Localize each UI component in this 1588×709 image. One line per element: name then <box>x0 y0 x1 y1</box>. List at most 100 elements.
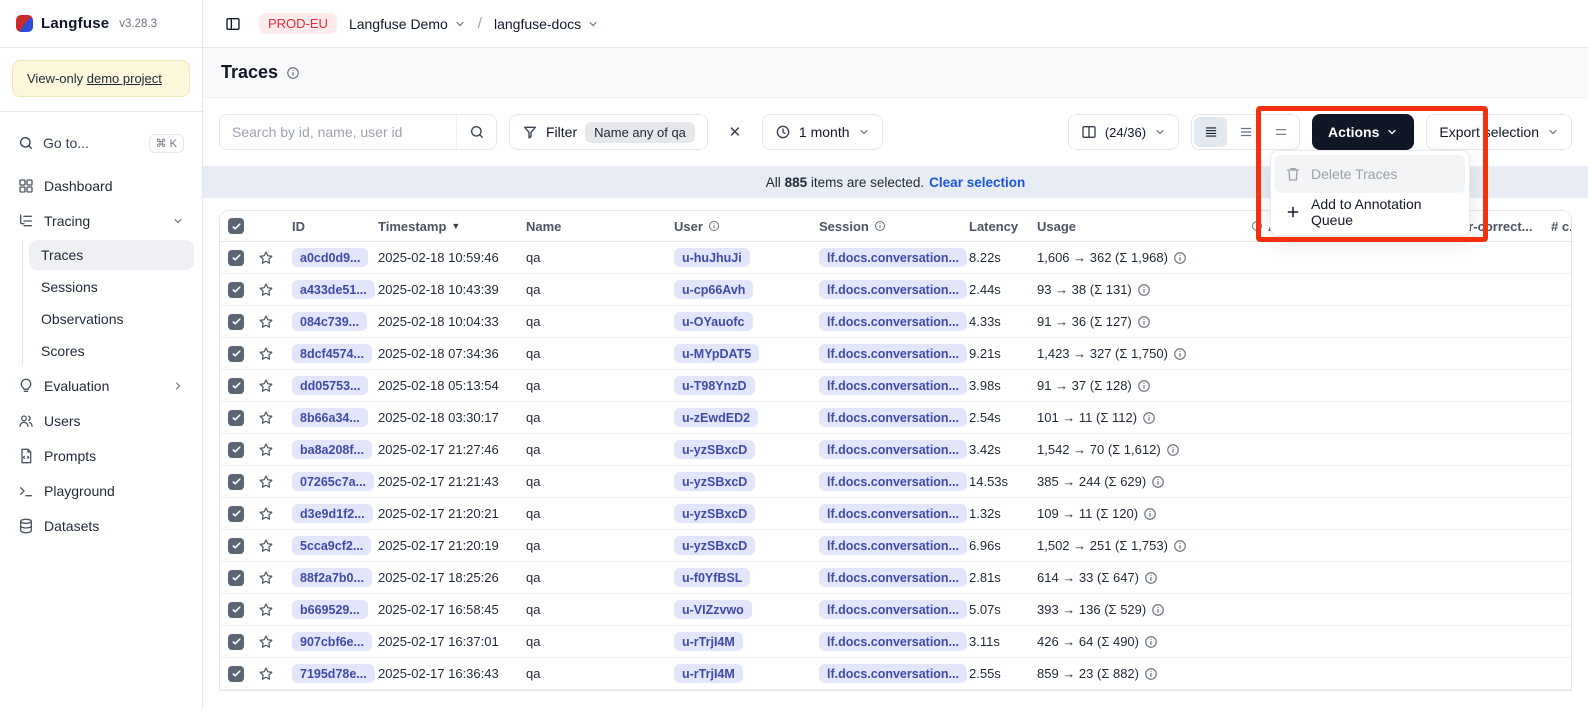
header-session[interactable]: Session <box>819 219 969 234</box>
sidebar-item-sessions[interactable]: Sessions <box>29 272 194 302</box>
trace-id-badge[interactable]: dd05753... <box>292 376 368 395</box>
bookmark-star-icon[interactable] <box>258 634 274 650</box>
export-selection-button[interactable]: Export selection <box>1426 114 1572 150</box>
session-id-badge[interactable]: lf.docs.conversation... <box>819 376 967 395</box>
sidebar-item-dashboard[interactable]: Dashboard <box>8 170 194 202</box>
clear-selection-link[interactable]: Clear selection <box>929 175 1025 190</box>
header-score-extra[interactable]: # c... <box>1551 219 1571 234</box>
org-selector[interactable]: Langfuse Demo <box>349 16 466 32</box>
row-height-medium-button[interactable] <box>1229 117 1262 147</box>
filter-button[interactable]: Filter Name any of qa <box>509 114 708 150</box>
trace-id-badge[interactable]: 907cbf6e... <box>292 632 372 651</box>
user-id-badge[interactable]: u-f0YfBSL <box>674 568 750 587</box>
column-visibility-button[interactable]: (24/36) <box>1068 114 1179 150</box>
row-height-tall-button[interactable] <box>1264 117 1297 147</box>
trace-id-badge[interactable]: a0cd0d9... <box>292 248 368 267</box>
search-submit-button[interactable] <box>456 115 496 149</box>
menu-item-add-to-annotation-queue[interactable]: Add to Annotation Queue <box>1275 193 1465 231</box>
session-id-badge[interactable]: lf.docs.conversation... <box>819 504 967 523</box>
bookmark-star-icon[interactable] <box>258 250 274 266</box>
clear-filter-button[interactable]: ✕ <box>720 117 750 147</box>
trace-id-badge[interactable]: 8dcf4574... <box>292 344 372 363</box>
select-all-checkbox[interactable] <box>228 218 244 234</box>
bookmark-star-icon[interactable] <box>258 282 274 298</box>
project-selector[interactable]: langfuse-docs <box>494 16 599 32</box>
bookmark-star-icon[interactable] <box>258 378 274 394</box>
trace-id-badge[interactable]: 5cca9cf2... <box>292 536 371 555</box>
row-checkbox[interactable] <box>228 474 244 490</box>
session-id-badge[interactable]: lf.docs.conversation... <box>819 280 967 299</box>
bookmark-star-icon[interactable] <box>258 602 274 618</box>
session-id-badge[interactable]: lf.docs.conversation... <box>819 408 967 427</box>
trace-id-badge[interactable]: 8b66a34... <box>292 408 368 427</box>
search-input[interactable] <box>220 124 456 140</box>
user-id-badge[interactable]: u-huJhuJi <box>674 248 750 267</box>
sidebar-item-playground[interactable]: Playground <box>8 475 194 507</box>
user-id-badge[interactable]: u-rTrjI4M <box>674 632 743 651</box>
session-id-badge[interactable]: lf.docs.conversation... <box>819 536 967 555</box>
row-checkbox[interactable] <box>228 666 244 682</box>
bookmark-star-icon[interactable] <box>258 442 274 458</box>
sidebar-item-datasets[interactable]: Datasets <box>8 510 194 542</box>
user-id-badge[interactable]: u-OYauofc <box>674 312 753 331</box>
environment-badge[interactable]: PROD-EU <box>259 13 337 34</box>
bookmark-star-icon[interactable] <box>258 570 274 586</box>
bookmark-star-icon[interactable] <box>258 666 274 682</box>
sidebar-item-observations[interactable]: Observations <box>29 304 194 334</box>
user-id-badge[interactable]: u-rTrjI4M <box>674 664 743 683</box>
trace-id-badge[interactable]: a433de51... <box>292 280 375 299</box>
header-name[interactable]: Name <box>526 219 674 234</box>
demo-project-link[interactable]: demo project <box>87 71 162 86</box>
row-checkbox[interactable] <box>228 506 244 522</box>
user-id-badge[interactable]: u-cp66Avh <box>674 280 753 299</box>
header-timestamp[interactable]: Timestamp▼ <box>378 219 526 234</box>
menu-item-delete-traces[interactable]: Delete Traces <box>1275 155 1465 193</box>
trace-id-badge[interactable]: 7195d78e... <box>292 664 375 683</box>
bookmark-star-icon[interactable] <box>258 410 274 426</box>
actions-button[interactable]: Actions <box>1312 114 1414 150</box>
row-checkbox[interactable] <box>228 346 244 362</box>
header-user[interactable]: User <box>674 219 819 234</box>
row-checkbox[interactable] <box>228 538 244 554</box>
user-id-badge[interactable]: u-yzSBxcD <box>674 440 755 459</box>
trace-id-badge[interactable]: ba8a208f... <box>292 440 372 459</box>
session-id-badge[interactable]: lf.docs.conversation... <box>819 312 967 331</box>
row-checkbox[interactable] <box>228 314 244 330</box>
user-id-badge[interactable]: u-zEwdED2 <box>674 408 758 427</box>
row-checkbox[interactable] <box>228 442 244 458</box>
user-id-badge[interactable]: u-yzSBxcD <box>674 536 755 555</box>
user-id-badge[interactable]: u-T98YnzD <box>674 376 755 395</box>
header-usage[interactable]: Usage <box>1037 219 1251 234</box>
sidebar-item-prompts[interactable]: Prompts <box>8 440 194 472</box>
toggle-sidebar-button[interactable] <box>219 10 247 38</box>
sidebar-item-scores[interactable]: Scores <box>29 336 194 366</box>
trace-id-badge[interactable]: 084c739... <box>292 312 367 331</box>
trace-id-badge[interactable]: b669529... <box>292 600 368 619</box>
session-id-badge[interactable]: lf.docs.conversation... <box>819 632 967 651</box>
trace-id-badge[interactable]: d3e9d1f2... <box>292 504 373 523</box>
row-checkbox[interactable] <box>228 410 244 426</box>
bookmark-star-icon[interactable] <box>258 506 274 522</box>
header-latency[interactable]: Latency <box>969 219 1037 234</box>
session-id-badge[interactable]: lf.docs.conversation... <box>819 568 967 587</box>
sidebar-item-users[interactable]: Users <box>8 405 194 437</box>
user-id-badge[interactable]: u-yzSBxcD <box>674 472 755 491</box>
user-id-badge[interactable]: u-MYpDAT5 <box>674 344 759 363</box>
bookmark-star-icon[interactable] <box>258 346 274 362</box>
row-checkbox[interactable] <box>228 570 244 586</box>
session-id-badge[interactable]: lf.docs.conversation... <box>819 664 967 683</box>
session-id-badge[interactable]: lf.docs.conversation... <box>819 472 967 491</box>
trace-id-badge[interactable]: 88f2a7b0... <box>292 568 372 587</box>
session-id-badge[interactable]: lf.docs.conversation... <box>819 600 967 619</box>
session-id-badge[interactable]: lf.docs.conversation... <box>819 248 967 267</box>
sidebar-item-evaluation[interactable]: Evaluation <box>8 370 194 402</box>
header-id[interactable]: ID <box>292 219 378 234</box>
sidebar-item-tracing[interactable]: Tracing <box>8 205 194 237</box>
session-id-badge[interactable]: lf.docs.conversation... <box>819 440 967 459</box>
row-checkbox[interactable] <box>228 250 244 266</box>
user-id-badge[interactable]: u-VIZzvwo <box>674 600 752 619</box>
bookmark-star-icon[interactable] <box>258 538 274 554</box>
row-checkbox[interactable] <box>228 282 244 298</box>
session-id-badge[interactable]: lf.docs.conversation... <box>819 344 967 363</box>
trace-id-badge[interactable]: 07265c7a... <box>292 472 374 491</box>
